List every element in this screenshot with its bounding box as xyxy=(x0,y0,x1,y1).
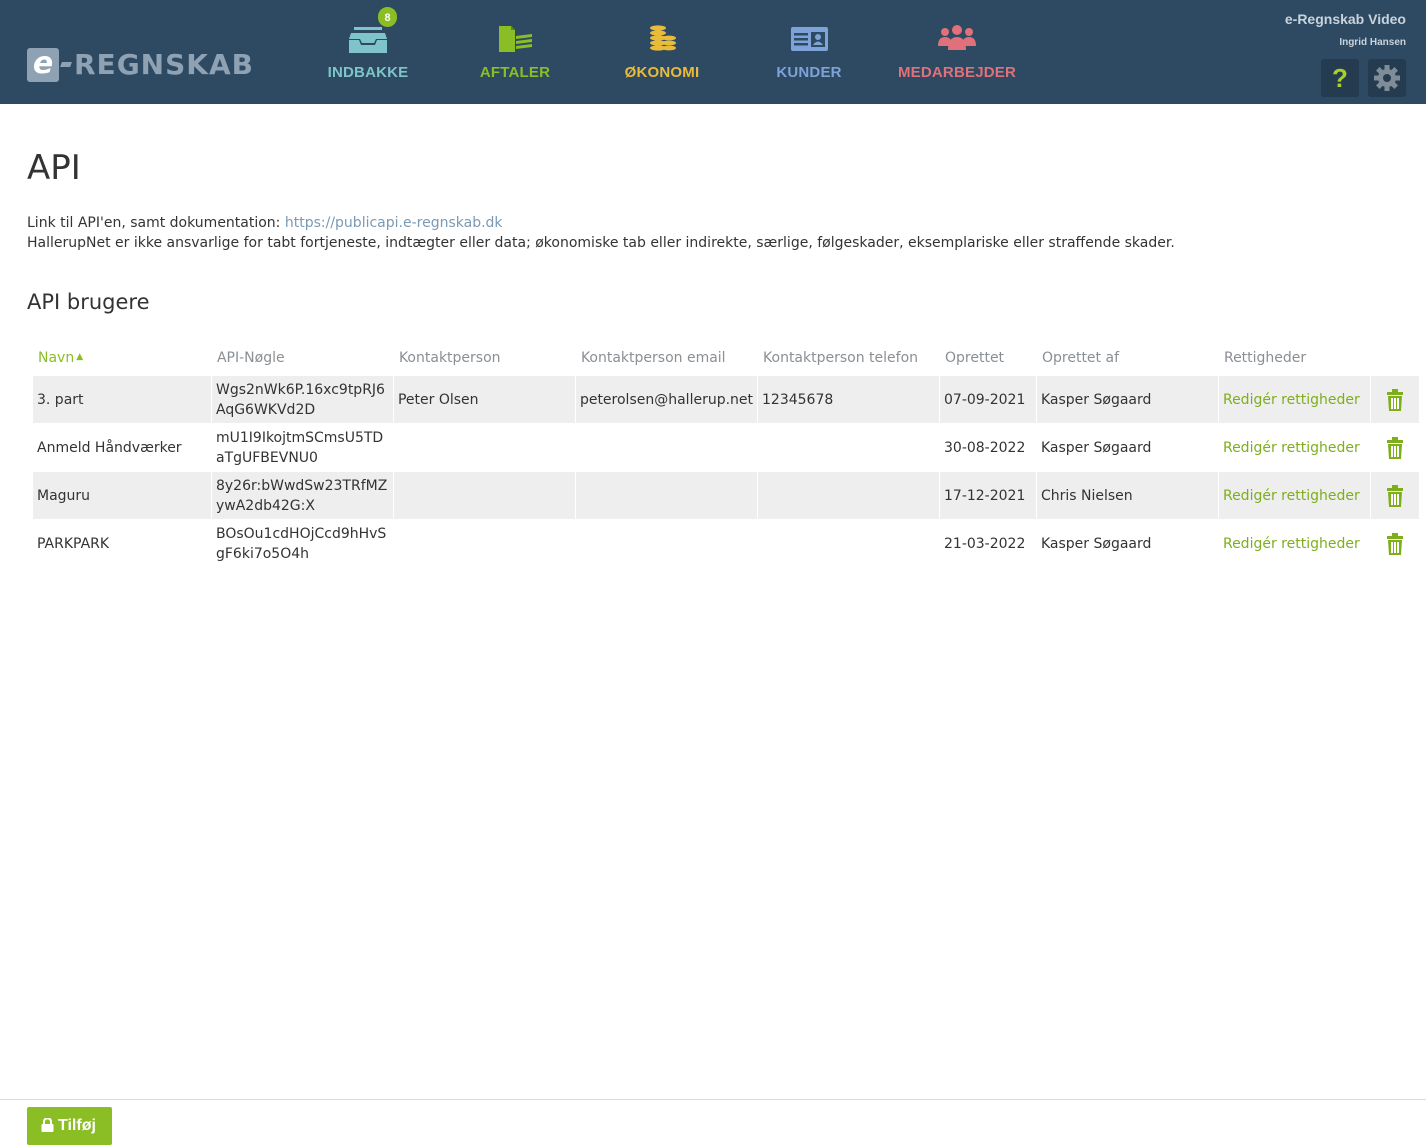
column-header-rights: Rettigheder xyxy=(1223,350,1307,366)
column-header-contact-email[interactable]: Kontaktperson email xyxy=(576,341,758,375)
cell-contact-email xyxy=(575,423,759,471)
inbox-icon xyxy=(349,27,387,53)
cell-contact-email xyxy=(575,471,759,519)
settings-button[interactable] xyxy=(1368,59,1406,97)
cell-created-by: Kasper Søgaard xyxy=(1036,423,1219,471)
documents-icon xyxy=(499,26,532,52)
trash-icon[interactable] xyxy=(1386,532,1403,555)
cell-contact-phone: 12345678 xyxy=(758,375,940,423)
cell-created: 21-03-2022 xyxy=(940,519,1037,567)
inbox-badge: 8 xyxy=(377,6,398,28)
nav-kunder[interactable]: KUNDER xyxy=(759,0,859,104)
e-regnskab-logo[interactable]: e REGNSKAB xyxy=(27,48,253,82)
account-title[interactable]: e-Regnskab Video xyxy=(1285,11,1406,27)
cell-contact xyxy=(393,471,576,519)
edit-rights-link[interactable]: Redigér rettigheder xyxy=(1218,375,1371,423)
delete-cell xyxy=(1370,519,1420,567)
cell-contact xyxy=(393,423,576,471)
logo-letter: e xyxy=(27,48,59,82)
api-info: Link til API'en, samt dokumentation: htt… xyxy=(27,213,1175,253)
table-row[interactable]: Anmeld Håndværker mU1I9IkojtmSCmsU5TDaTg… xyxy=(33,423,1420,471)
cell-name: PARKPARK xyxy=(33,519,212,567)
add-api-user-button[interactable]: Tilføj xyxy=(27,1107,112,1145)
table-row[interactable]: PARKPARK BOsOu1cdHOjCcd9hHvSgF6ki7o5O4h … xyxy=(33,519,1420,567)
trash-icon[interactable] xyxy=(1386,484,1403,507)
edit-rights-link[interactable]: Redigér rettigheder xyxy=(1218,519,1371,567)
coins-icon xyxy=(650,25,676,51)
cell-contact-email xyxy=(575,519,759,567)
nav-kunder-label: KUNDER xyxy=(776,64,842,81)
api-link-line: Link til API'en, samt dokumentation: htt… xyxy=(27,213,1175,233)
column-header-created[interactable]: Oprettet xyxy=(940,341,1037,375)
people-icon xyxy=(938,25,976,50)
api-disclaimer: HallerupNet er ikke ansvarlige for tabt … xyxy=(27,235,1175,251)
top-navigation-bar: e REGNSKAB 8 INDBAKKE AFTALER ØKONOMI KU… xyxy=(0,0,1426,104)
id-card-icon xyxy=(791,27,828,51)
nav-medarbejder-label: MEDARBEJDER xyxy=(897,64,1017,81)
cell-contact-phone xyxy=(758,471,940,519)
cell-contact xyxy=(393,519,576,567)
api-docs-link[interactable]: https://publicapi.e-regnskab.dk xyxy=(285,215,503,231)
cell-api-key: BOsOu1cdHOjCcd9hHvSgF6ki7o5O4h xyxy=(211,519,394,567)
sort-asc-icon: ▲ xyxy=(76,352,84,362)
trash-icon[interactable] xyxy=(1386,436,1403,459)
nav-aftaler[interactable]: AFTALER xyxy=(465,0,565,104)
logo-text: REGNSKAB xyxy=(74,48,254,81)
column-header-label: Navn xyxy=(38,350,75,366)
nav-medarbejder[interactable]: MEDARBEJDER xyxy=(892,0,1022,104)
column-header-contact-phone[interactable]: Kontaktperson telefon xyxy=(758,341,940,375)
page-title: API xyxy=(27,148,81,188)
cell-created: 07-09-2021 xyxy=(940,375,1037,423)
column-header-navn[interactable]: Navn ▲ xyxy=(33,341,212,375)
logo-dash xyxy=(60,62,72,67)
add-button-label: Tilføj xyxy=(58,1117,96,1134)
nav-okonomi[interactable]: ØKONOMI xyxy=(612,0,712,104)
nav-indbakke-label: INDBAKKE xyxy=(327,64,409,81)
table-row[interactable]: 3. part Wgs2nWk6P.16xc9tpRJ6AqG6WKVd2D P… xyxy=(33,375,1420,423)
edit-rights-link[interactable]: Redigér rettigheder xyxy=(1218,471,1371,519)
gear-icon xyxy=(1374,65,1400,91)
nav-okonomi-label: ØKONOMI xyxy=(624,64,700,81)
column-header-contact[interactable]: Kontaktperson xyxy=(394,341,576,375)
api-link-prefix: Link til API'en, samt dokumentation: xyxy=(27,215,281,231)
cell-contact-phone xyxy=(758,519,940,567)
table-row[interactable]: Maguru 8y26r:bWwdSw23TRfMZywA2db42G:X 17… xyxy=(33,471,1420,519)
delete-cell xyxy=(1370,423,1420,471)
edit-rights-link[interactable]: Redigér rettigheder xyxy=(1218,423,1371,471)
footer-divider xyxy=(0,1099,1426,1100)
section-title-api-users: API brugere xyxy=(27,290,150,314)
trash-icon[interactable] xyxy=(1386,388,1403,411)
cell-created: 17-12-2021 xyxy=(940,471,1037,519)
cell-contact-email: peterolsen@hallerup.net xyxy=(575,375,759,423)
delete-cell xyxy=(1370,471,1420,519)
cell-api-key: Wgs2nWk6P.16xc9tpRJ6AqG6WKVd2D xyxy=(211,375,394,423)
cell-api-key: 8y26r:bWwdSw23TRfMZywA2db42G:X xyxy=(211,471,394,519)
column-header-created-by[interactable]: Oprettet af xyxy=(1037,341,1219,375)
cell-api-key: mU1I9IkojtmSCmsU5TDaTgUFBEVNU0 xyxy=(211,423,394,471)
cell-created-by: Kasper Søgaard xyxy=(1036,375,1219,423)
help-icon: ? xyxy=(1332,63,1348,93)
column-header-delete xyxy=(1371,341,1420,375)
nav-indbakke[interactable]: 8 INDBAKKE xyxy=(318,0,418,104)
delete-cell xyxy=(1370,375,1420,423)
lock-icon xyxy=(41,1118,54,1132)
column-header-api-key[interactable]: API-Nøgle xyxy=(212,341,394,375)
cell-created-by: Chris Nielsen xyxy=(1036,471,1219,519)
nav-aftaler-label: AFTALER xyxy=(479,64,551,81)
help-button[interactable]: ? xyxy=(1321,59,1359,97)
table-header-row: Navn ▲ API-Nøgle Kontaktperson Kontaktper… xyxy=(33,341,1420,375)
cell-contact: Peter Olsen xyxy=(393,375,576,423)
cell-name: Anmeld Håndværker xyxy=(33,423,212,471)
cell-created: 30-08-2022 xyxy=(940,423,1037,471)
cell-name: 3. part xyxy=(33,375,212,423)
account-user[interactable]: Ingrid Hansen xyxy=(1339,37,1406,48)
api-users-table: Navn ▲ API-Nøgle Kontaktperson Kontaktper… xyxy=(33,341,1420,567)
cell-contact-phone xyxy=(758,423,940,471)
cell-created-by: Kasper Søgaard xyxy=(1036,519,1219,567)
cell-name: Maguru xyxy=(33,471,212,519)
